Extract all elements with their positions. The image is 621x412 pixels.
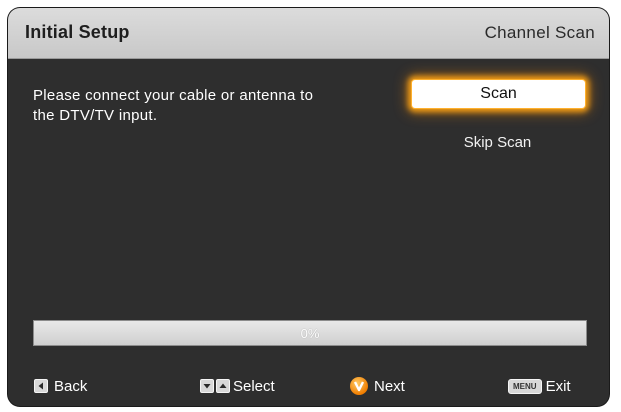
instruction-text: Please connect your cable or antenna to …: [33, 87, 314, 124]
up-arrow-key-icon: [216, 379, 230, 393]
setup-dialog: Initial Setup Channel Scan Please connec…: [8, 8, 609, 406]
skip-scan-button[interactable]: Skip Scan: [411, 130, 584, 154]
section-title: Channel Scan: [484, 23, 595, 42]
progress-percent: 0%: [300, 325, 320, 341]
menu-key-icon: MENU: [508, 378, 542, 394]
v-button-icon: [350, 377, 368, 395]
left-arrow-key-icon: [34, 379, 48, 393]
exit-label: Exit: [545, 377, 571, 395]
back-hint[interactable]: Back: [34, 373, 87, 399]
next-label: Next: [374, 377, 405, 395]
next-hint[interactable]: Next: [350, 373, 405, 399]
exit-hint[interactable]: MENU Exit: [508, 373, 571, 399]
scan-button[interactable]: Scan: [411, 79, 586, 109]
select-hint[interactable]: Select: [200, 373, 275, 399]
down-arrow-key-icon: [200, 379, 214, 393]
page-title: Initial Setup: [25, 22, 130, 42]
footer-hints: Back Select Next MENU Exit: [8, 373, 609, 399]
scan-progress-bar: 0%: [33, 320, 587, 346]
back-label: Back: [54, 377, 88, 395]
select-label: Select: [233, 377, 275, 395]
title-bar: Initial Setup Channel Scan: [8, 8, 609, 59]
